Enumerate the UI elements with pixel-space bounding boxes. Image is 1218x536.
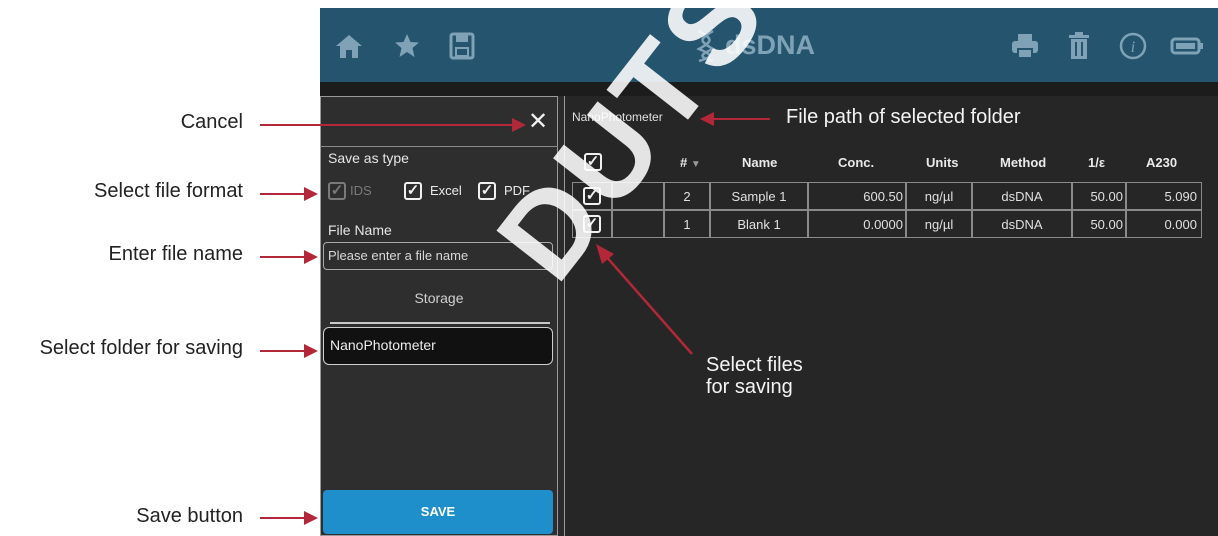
tab-storage[interactable]: Storage (320, 290, 558, 306)
table-cell-method: dsDNA (972, 210, 1072, 238)
toolbar-separator (320, 82, 1218, 96)
table-cell-conc: 0.0000 (808, 210, 906, 238)
column-header-method[interactable]: Method (1000, 155, 1046, 170)
table-cell-inverse-epsilon: 50.00 (1072, 210, 1126, 238)
arrow-head-icon (304, 511, 318, 525)
table-cell-name: Sample 1 (710, 182, 808, 210)
annotation-select-folder: Select folder for saving (39, 337, 243, 359)
divider (320, 146, 558, 147)
annotation-save-button: Save button (136, 505, 243, 527)
save-as-type-label: Save as type (328, 150, 409, 166)
table-cell-a230: 0.000 (1126, 210, 1202, 238)
sort-down-icon: ▼ (690, 159, 701, 170)
arrow-head-icon (512, 118, 526, 132)
trash-icon[interactable] (1066, 8, 1092, 82)
annotation-file-path: File path of selected folder (786, 106, 1021, 128)
table-cell-name: Blank 1 (710, 210, 808, 238)
table-cell-conc: 600.50 (808, 182, 906, 210)
table-cell-units: ng/µl (906, 210, 972, 238)
column-header-name[interactable]: Name (742, 155, 777, 170)
format-label-excel: Excel (430, 183, 462, 198)
annotation-enter-name: Enter file name (108, 243, 243, 265)
save-button[interactable]: SAVE (323, 490, 553, 534)
star-icon[interactable] (392, 8, 422, 82)
checkbox-checked-icon: ✓ (404, 182, 422, 200)
annotation-arrow (260, 193, 306, 195)
annotation-arrow (260, 256, 306, 258)
annotation-cancel: Cancel (180, 111, 243, 133)
column-header-inverse-epsilon[interactable]: 1/ε (1088, 155, 1105, 170)
format-label-ids: IDS (350, 183, 372, 198)
print-icon[interactable] (1010, 8, 1040, 82)
save-icon[interactable] (448, 8, 476, 82)
folder-item-nanophotometer[interactable]: NanoPhotometer (323, 327, 553, 365)
arrow-head-icon (304, 344, 318, 358)
table-cell-a230: 5.090 (1126, 182, 1202, 210)
checkbox-checked-icon: ✓ (328, 182, 346, 200)
annotation-arrow (712, 118, 770, 120)
table-cell-number: 1 (664, 210, 710, 238)
tab-underline (330, 322, 550, 324)
info-icon[interactable]: i (1118, 8, 1148, 82)
column-header-units[interactable]: Units (926, 155, 959, 170)
annotation-arrow (260, 517, 306, 519)
battery-icon (1170, 8, 1204, 82)
home-icon[interactable] (334, 8, 364, 82)
arrow-head-icon (304, 250, 318, 264)
file-name-label: File Name (328, 222, 392, 238)
table-cell-inverse-epsilon: 50.00 (1072, 182, 1126, 210)
table-cell-method: dsDNA (972, 182, 1072, 210)
annotation-arrow (260, 350, 306, 352)
annotation-arrow (596, 244, 693, 355)
column-header-conc[interactable]: Conc. (838, 155, 874, 170)
annotation-select-format: Select file format (94, 180, 243, 202)
svg-text:i: i (1131, 39, 1135, 56)
annotation-arrow (260, 124, 516, 126)
column-header-a230[interactable]: A230 (1146, 155, 1177, 170)
arrow-head-icon (304, 187, 318, 201)
table-cell-units: ng/µl (906, 182, 972, 210)
annotation-select-files-line2: for saving (706, 376, 793, 398)
annotation-select-files-line1: Select files (706, 354, 803, 376)
